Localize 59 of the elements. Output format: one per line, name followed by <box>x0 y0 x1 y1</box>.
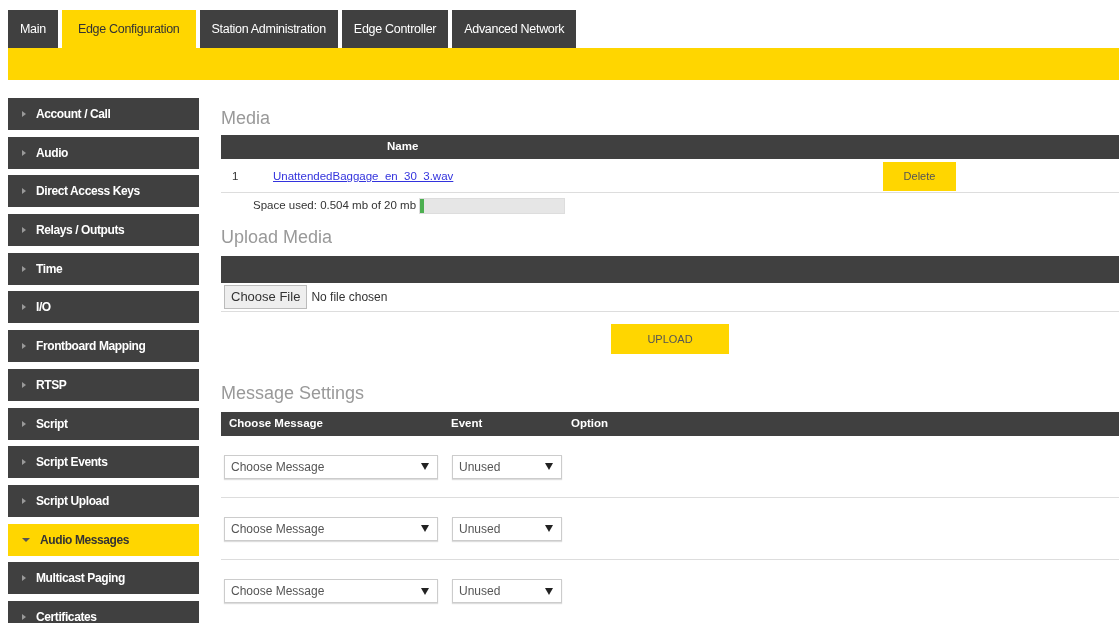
caret-right-icon <box>22 304 26 311</box>
caret-right-icon <box>22 459 26 466</box>
caret-right-icon <box>22 381 26 388</box>
dropdown-arrow-icon <box>421 463 429 470</box>
sidebar-item[interactable]: Relays / Outputs <box>8 214 199 247</box>
sidebar-item[interactable]: Direct Access Keys <box>8 175 199 208</box>
caret-right-icon <box>22 497 26 504</box>
nav-tab[interactable]: Edge Controller <box>341 10 449 48</box>
caret-right-icon <box>22 420 26 427</box>
sidebar-item[interactable]: Certificates <box>8 600 199 623</box>
caret-right-icon <box>22 188 26 195</box>
caret-down-icon <box>22 537 30 542</box>
row-number: 1 <box>231 169 240 185</box>
sidebar-item[interactable]: Account / Call <box>8 98 199 130</box>
dropdown-arrow-icon <box>545 463 553 470</box>
column-header: Event <box>451 416 484 432</box>
sidebar-item[interactable]: Frontboard Mapping <box>8 330 199 363</box>
sidebar-item[interactable]: Audio <box>8 136 199 169</box>
sidebar-item[interactable]: Script <box>8 407 199 440</box>
sidebar-item[interactable]: Time <box>8 252 199 285</box>
message-select[interactable]: Choose Message <box>224 516 438 541</box>
event-select[interactable]: Unused <box>452 454 562 479</box>
caret-right-icon <box>22 265 26 272</box>
section-title: Message Settings <box>221 384 366 402</box>
message-select[interactable]: Choose Message <box>224 579 438 603</box>
nav-tab[interactable]: Station Administration <box>199 10 338 48</box>
section-title: Upload Media <box>221 228 334 246</box>
column-header: Name <box>387 139 419 155</box>
sidebar-item[interactable]: Multicast Paging <box>8 562 199 595</box>
section-title: Media <box>221 109 272 127</box>
event-select[interactable]: Unused <box>452 516 562 541</box>
caret-right-icon <box>22 227 26 234</box>
file-link[interactable]: UnattendedBaggage_en_30_3.wav <box>273 168 883 186</box>
caret-right-icon <box>22 149 26 156</box>
sidebar-item[interactable]: RTSP <box>8 368 199 401</box>
dropdown-arrow-icon <box>545 525 553 532</box>
sidebar-item[interactable]: Script Events <box>8 446 199 479</box>
choose-file-button[interactable]: Choose File <box>224 285 308 309</box>
dropdown-arrow-icon <box>421 587 429 595</box>
sidebar-item[interactable]: Script Upload <box>8 484 199 517</box>
sidebar-item[interactable]: I/O <box>8 291 199 324</box>
upload-button[interactable]: UPLOAD <box>611 324 729 354</box>
file-status-text: No file chosen <box>311 289 388 306</box>
column-header: Choose Message <box>228 416 324 432</box>
column-header: Option <box>571 416 609 432</box>
caret-right-icon <box>22 111 26 117</box>
caret-right-icon <box>22 575 26 582</box>
nav-tab[interactable]: Edge Configuration <box>61 10 196 48</box>
dropdown-arrow-icon <box>545 587 553 595</box>
dropdown-arrow-icon <box>421 525 429 532</box>
message-select[interactable]: Choose Message <box>224 454 438 479</box>
caret-right-icon <box>22 613 26 620</box>
nav-tab[interactable]: Advanced Network <box>452 10 577 48</box>
caret-right-icon <box>22 343 26 350</box>
space-used-text: Space used: 0.504 mb of 20 mb <box>253 198 417 214</box>
delete-button[interactable]: Delete <box>883 162 956 191</box>
nav-tab[interactable]: Main <box>8 10 58 48</box>
sidebar-item[interactable]: Audio Messages <box>8 523 199 556</box>
event-select[interactable]: Unused <box>452 579 562 603</box>
